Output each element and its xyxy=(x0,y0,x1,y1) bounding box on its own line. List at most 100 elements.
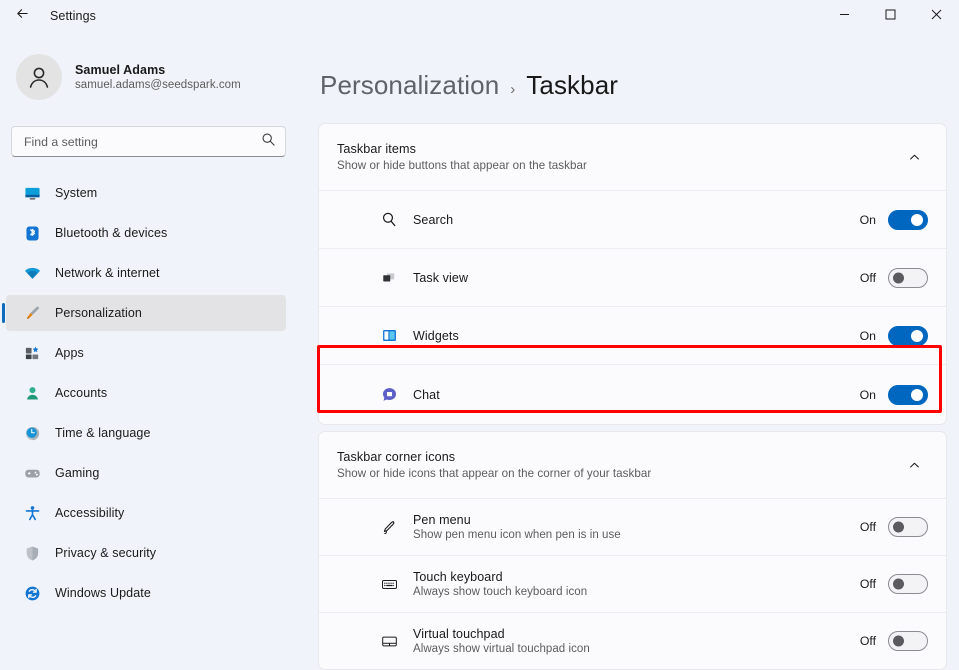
sidebar-item-bluetooth-devices[interactable]: Bluetooth & devices xyxy=(6,215,286,251)
setting-row-widgets[interactable]: Widgets On xyxy=(319,306,946,364)
account-email: samuel.adams@seedspark.com xyxy=(75,79,241,91)
search-box[interactable] xyxy=(11,126,286,157)
clock-icon xyxy=(24,425,41,442)
setting-row-touch-keyboard[interactable]: Touch keyboard Always show touch keyboar… xyxy=(319,555,946,612)
sidebar-item-windows-update[interactable]: Windows Update xyxy=(6,575,286,611)
paintbrush-icon xyxy=(24,305,41,322)
toggle-switch-chat[interactable] xyxy=(888,384,928,405)
shield-icon xyxy=(24,545,41,562)
avatar xyxy=(16,54,62,100)
sidebar-item-label: Accounts xyxy=(55,386,108,400)
setting-row-text: Search xyxy=(413,213,856,227)
toggle-switch-widgets[interactable] xyxy=(888,325,928,346)
sidebar-item-label: Accessibility xyxy=(55,506,125,520)
account-block[interactable]: Samuel Adams samuel.adams@seedspark.com xyxy=(0,42,302,106)
close-button[interactable] xyxy=(913,0,959,32)
setting-label: Widgets xyxy=(413,328,459,343)
sidebar-item-privacy-security[interactable]: Privacy & security xyxy=(6,535,286,571)
toggle-switch-search[interactable] xyxy=(888,209,928,230)
toggle-knob xyxy=(893,272,904,283)
account-text: Samuel Adams samuel.adams@seedspark.com xyxy=(75,63,241,91)
toggle-switch-touch-keyboard[interactable] xyxy=(888,574,928,594)
breadcrumb-parent[interactable]: Personalization xyxy=(320,70,499,101)
sidebar-item-network-internet[interactable]: Network & internet xyxy=(6,255,286,291)
sidebar-item-accessibility[interactable]: Accessibility xyxy=(6,495,286,531)
toggle-knob xyxy=(911,388,923,401)
sidebar-item-accounts[interactable]: Accounts xyxy=(6,375,286,411)
section-header-text: Taskbar corner icons Show or hide icons … xyxy=(337,450,900,480)
minimize-button[interactable] xyxy=(821,0,867,32)
toggle-state-label: Off xyxy=(859,520,876,534)
widgets-icon xyxy=(379,327,399,344)
account-person-icon xyxy=(24,385,41,402)
setting-row-text: Pen menu Show pen menu icon when pen is … xyxy=(413,513,856,541)
main-content: Personalization › Taskbar Taskbar items … xyxy=(302,32,959,670)
toggle-state-label: On xyxy=(859,212,876,227)
search-icon xyxy=(261,132,276,152)
close-icon xyxy=(931,7,942,25)
setting-sublabel: Show pen menu icon when pen is in use xyxy=(413,529,621,541)
sidebar-item-system[interactable]: System xyxy=(6,175,286,211)
toggle-knob xyxy=(911,213,923,226)
account-name: Samuel Adams xyxy=(75,63,166,77)
back-button[interactable] xyxy=(4,1,40,31)
section-header[interactable]: Taskbar items Show or hide buttons that … xyxy=(319,124,946,190)
setting-sublabel: Always show virtual touchpad icon xyxy=(413,643,590,655)
toggle-state-label: On xyxy=(859,387,876,402)
toggle-state-label: Off xyxy=(859,634,876,648)
setting-row-pen-menu[interactable]: Pen menu Show pen menu icon when pen is … xyxy=(319,498,946,555)
chevron-up-icon[interactable] xyxy=(900,151,928,164)
section-subtitle: Show or hide buttons that appear on the … xyxy=(337,159,587,172)
arrow-left-icon xyxy=(15,6,30,26)
setting-label: Search xyxy=(413,212,454,227)
window-controls xyxy=(821,0,959,32)
setting-row-task-view[interactable]: Task view Off xyxy=(319,248,946,306)
setting-sublabel: Always show touch keyboard icon xyxy=(413,586,588,598)
search-magnifier-icon xyxy=(379,211,399,228)
sidebar-item-gaming[interactable]: Gaming xyxy=(6,455,286,491)
task-view-icon xyxy=(379,269,399,286)
sidebar-item-apps[interactable]: Apps xyxy=(6,335,286,371)
bluetooth-icon xyxy=(24,225,41,242)
toggle-group: On xyxy=(856,325,928,346)
sidebar-item-label: Personalization xyxy=(55,306,142,320)
pen-icon xyxy=(379,519,399,536)
setting-row-text: Virtual touchpad Always show virtual tou… xyxy=(413,627,856,655)
section-taskbar-items: Taskbar items Show or hide buttons that … xyxy=(318,123,947,425)
toggle-switch-pen-menu[interactable] xyxy=(888,517,928,537)
toggle-group: On xyxy=(856,384,928,405)
settings-window: Settings Samuel Adams samuel.adams@seeds… xyxy=(0,0,959,670)
setting-row-chat[interactable]: Chat On xyxy=(319,364,946,424)
setting-label: Touch keyboard xyxy=(413,570,503,584)
setting-row-text: Chat xyxy=(413,388,856,402)
sidebar-item-label: Gaming xyxy=(55,466,100,480)
chat-bubble-icon xyxy=(379,386,399,403)
section-header[interactable]: Taskbar corner icons Show or hide icons … xyxy=(319,432,946,498)
setting-row-text: Widgets xyxy=(413,329,856,343)
setting-row-text: Touch keyboard Always show touch keyboar… xyxy=(413,570,856,598)
toggle-knob xyxy=(911,329,923,342)
setting-label: Pen menu xyxy=(413,513,471,527)
toggle-switch-task-view[interactable] xyxy=(888,267,928,288)
accessibility-person-icon xyxy=(24,505,41,522)
sidebar-item-label: System xyxy=(55,186,98,200)
maximize-button[interactable] xyxy=(867,0,913,32)
search-input[interactable] xyxy=(24,134,261,149)
toggle-state-label: Off xyxy=(859,270,876,285)
section-title: Taskbar items xyxy=(337,142,416,156)
setting-row-search[interactable]: Search On xyxy=(319,190,946,248)
toggle-switch-virtual-touchpad[interactable] xyxy=(888,631,928,651)
maximize-icon xyxy=(885,7,896,25)
page-title: Taskbar xyxy=(526,70,619,100)
wifi-icon xyxy=(24,265,41,282)
sidebar-item-label: Time & language xyxy=(55,426,151,440)
setting-row-virtual-touchpad[interactable]: Virtual touchpad Always show virtual tou… xyxy=(319,612,946,669)
chevron-up-icon[interactable] xyxy=(900,459,928,472)
setting-label: Virtual touchpad xyxy=(413,627,505,641)
window-body: Samuel Adams samuel.adams@seedspark.com xyxy=(0,32,959,670)
apps-grid-icon xyxy=(24,345,41,362)
toggle-group: Off xyxy=(856,267,928,288)
sidebar-item-time-language[interactable]: Time & language xyxy=(6,415,286,451)
sidebar-item-personalization[interactable]: Personalization xyxy=(2,295,286,331)
gamepad-icon xyxy=(24,465,41,482)
